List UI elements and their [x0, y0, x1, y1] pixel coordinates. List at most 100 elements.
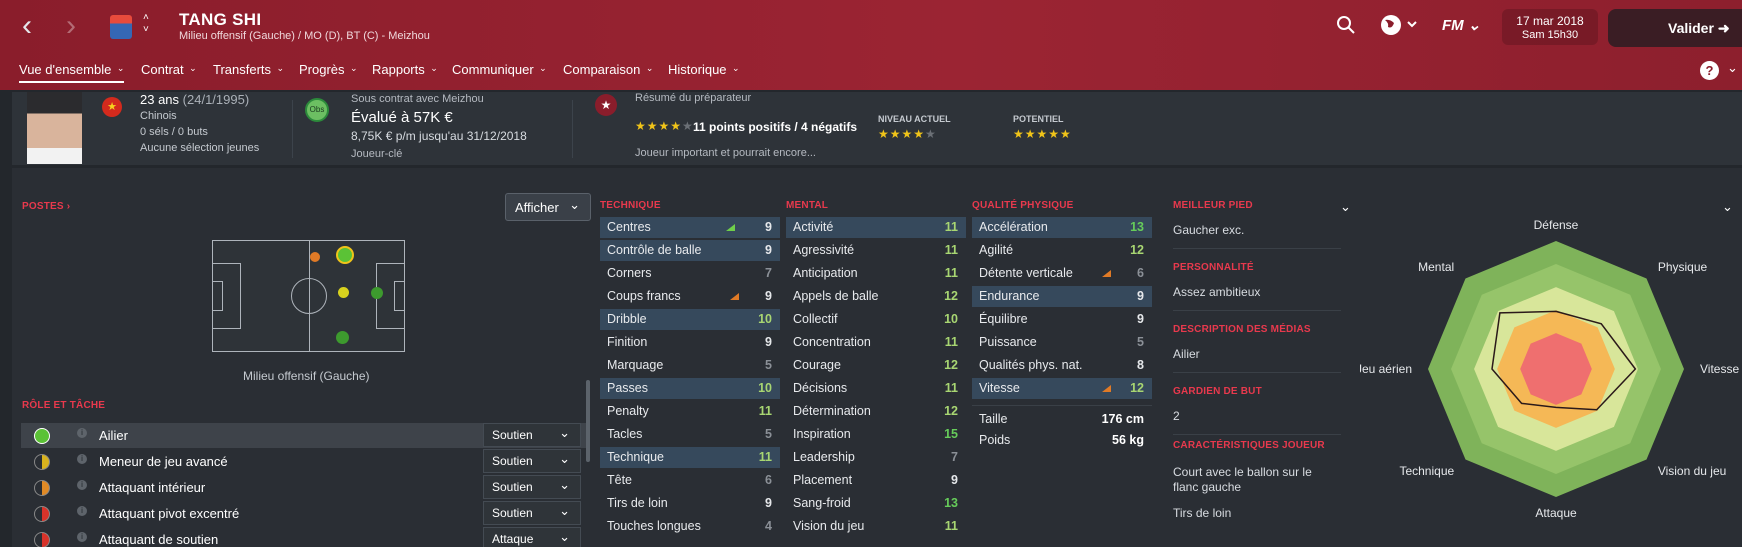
attribute-value: 6 [1137, 266, 1144, 280]
info-icon[interactable]: i [77, 454, 87, 464]
declining-arrow-icon [1102, 385, 1111, 392]
attribute-name: Coups francs [607, 289, 681, 303]
coach-description[interactable]: Joueur important et pourrait encore... [635, 147, 816, 159]
player-name: TANG SHI [179, 10, 262, 29]
trait-item: Tirs de loin [1173, 506, 1232, 520]
attribute-row: Touches longues 4 [600, 516, 780, 537]
positions-title[interactable]: POSTES › [22, 201, 70, 212]
chevron-down-icon[interactable]: ⌄ [1727, 60, 1738, 76]
attribute-value: 11 [944, 519, 958, 533]
attribute-value: 13 [944, 496, 958, 510]
attribute-value: 12 [944, 358, 958, 372]
continue-button[interactable]: Valider ➜ [1608, 9, 1742, 47]
role-row[interactable]: i Attaquant de soutien Attaque [21, 527, 586, 547]
declining-arrow-icon [1102, 270, 1111, 277]
club-crest-icon[interactable] [110, 15, 132, 39]
radar-label: Attaque [1535, 506, 1577, 520]
player-switch-icon[interactable]: ˄ ˅ [143, 12, 149, 36]
attribute-value: 10 [758, 381, 772, 395]
attribute-name: Accélération [979, 220, 1048, 234]
radar-label: Vitesse [1700, 362, 1739, 376]
nationality: Chinois [140, 110, 177, 122]
duty-dropdown[interactable]: Soutien [483, 475, 581, 499]
contract-with: Sous contrat avec Meizhou [351, 93, 484, 105]
attribute-name: Puissance [979, 335, 1037, 349]
attribute-name: Endurance [979, 289, 1040, 303]
info-icon[interactable]: i [77, 480, 87, 490]
personality-title: PERSONNALITÉ [1173, 262, 1254, 273]
position-dot [310, 252, 320, 262]
personality: Assez ambitieux [1173, 285, 1261, 299]
role-row[interactable]: i Ailier Soutien [21, 423, 586, 448]
attribute-row: Tête 6 [600, 470, 780, 491]
attribute-row: Agressivité 11 [786, 240, 966, 261]
attribute-row: Accélération 13 [972, 217, 1152, 238]
back-icon[interactable]: ‹ [22, 10, 32, 42]
tab-overview[interactable]: Vue d'ensemble [19, 62, 125, 83]
chevron-down-icon[interactable]: ⌄ [1722, 199, 1733, 215]
youth-caps: Aucune sélection jeunes [140, 142, 260, 154]
search-icon[interactable] [1336, 15, 1356, 35]
attribute-name: Vision du jeu [793, 519, 865, 533]
attribute-row: Endurance 9 [972, 286, 1152, 307]
current-ability-label: NIVEAU ACTUEL [878, 114, 951, 124]
roles-scrollbar[interactable] [586, 380, 590, 462]
position-dot-main [336, 246, 354, 264]
attribute-value: 10 [944, 312, 958, 326]
attribute-name: Centres [607, 220, 651, 234]
attribute-row: Vitesse 12 [972, 378, 1152, 399]
role-row[interactable]: i Attaquant pivot excentré Soutien [21, 501, 586, 526]
chevron-down-icon[interactable]: ⌄ [1340, 199, 1351, 215]
globe-icon[interactable] [1380, 14, 1420, 36]
attribute-value: 12 [1130, 243, 1144, 257]
attribute-value: 9 [765, 496, 772, 510]
duty-dropdown[interactable]: Soutien [483, 449, 581, 473]
attribute-row: Tirs de loin 9 [600, 493, 780, 514]
attribute-name: Sang-froid [793, 496, 851, 510]
help-icon[interactable]: ? [1700, 61, 1719, 80]
info-icon[interactable]: i [77, 532, 87, 542]
attribute-value: 9 [765, 335, 772, 349]
tab-contract[interactable]: Contrat [141, 62, 197, 77]
attribute-value: 5 [765, 358, 772, 372]
attribute-value: 15 [944, 427, 958, 441]
squad-status: Joueur-clé [351, 148, 403, 160]
duty-dropdown[interactable]: Attaque [483, 527, 581, 547]
tab-communicate[interactable]: Communiquer [452, 62, 547, 77]
attribute-name: Leadership [793, 450, 855, 464]
attribute-name: Marquage [607, 358, 664, 372]
attribute-value: 9 [1137, 312, 1144, 326]
tab-reports[interactable]: Rapports [372, 62, 438, 77]
role-row[interactable]: i Attaquant intérieur Soutien [21, 475, 586, 500]
attribute-name: Appels de balle [793, 289, 879, 303]
attribute-row: Sang-froid 13 [786, 493, 966, 514]
improving-arrow-icon [726, 224, 735, 231]
info-icon[interactable]: i [77, 506, 87, 516]
attribute-row: Finition 9 [600, 332, 780, 353]
potential-label: POTENTIEL [1013, 114, 1064, 124]
goalkeeper-title: GARDIEN DE BUT [1173, 386, 1262, 397]
role-row[interactable]: i Meneur de jeu avancé Soutien [21, 449, 586, 474]
tab-comparison[interactable]: Comparaison [563, 62, 653, 77]
attribute-row: Contrôle de balle 9 [600, 240, 780, 261]
duty-dropdown[interactable]: Soutien [483, 423, 581, 447]
attribute-name: Anticipation [793, 266, 858, 280]
attribute-row: Agilité 12 [972, 240, 1152, 261]
attribute-name: Équilibre [979, 312, 1028, 326]
tab-transfers[interactable]: Transferts [213, 62, 284, 77]
forward-icon[interactable]: › [66, 10, 76, 42]
info-icon[interactable]: i [77, 428, 87, 438]
divider [972, 405, 1152, 406]
tab-history[interactable]: Historique [668, 62, 740, 77]
attribute-name: Tête [607, 473, 633, 487]
tab-progress[interactable]: Progrès [299, 62, 358, 77]
attribute-name: Placement [793, 473, 853, 487]
duty-dropdown[interactable]: Soutien [483, 501, 581, 525]
attribute-value: 4 [765, 519, 772, 533]
fm-menu[interactable]: FM ⌄ [1442, 16, 1480, 34]
attribute-value: 9 [765, 243, 772, 257]
display-dropdown[interactable]: Afficher ⌄ [505, 193, 591, 221]
attribute-name: Touches longues [607, 519, 701, 533]
pitch-diagram [212, 240, 405, 352]
date-box[interactable]: 17 mar 2018 Sam 15h30 [1502, 9, 1598, 45]
